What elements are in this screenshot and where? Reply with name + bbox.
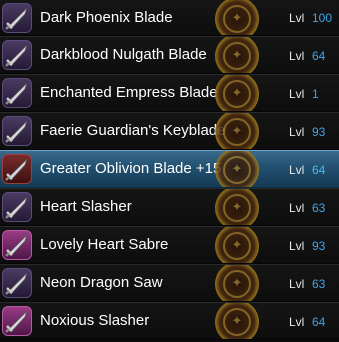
level-label: Lvl (289, 163, 305, 177)
list-item-selected[interactable]: Greater Oblivion Blade +15 ✦ Lvl 64 (0, 150, 339, 188)
guild-emblem-icon: ✦ (215, 265, 259, 301)
guild-emblem-icon: ✦ (215, 151, 259, 187)
list-item[interactable]: Heart Slasher ✦ Lvl 63 (0, 188, 339, 226)
sword-icon (2, 116, 32, 146)
level-label: Lvl (289, 125, 305, 139)
list-item[interactable]: Faerie Guardian's Keyblade ✦ Lvl 93 (0, 112, 339, 150)
item-name: Enchanted Empress Blade (40, 84, 218, 101)
list-item[interactable]: Dark Phoenix Blade ✦ Lvl 100 (0, 0, 339, 36)
list-item[interactable]: Noxious Slasher ✦ Lvl 64 (0, 302, 339, 340)
sword-icon (2, 3, 32, 33)
item-name: Noxious Slasher (40, 312, 150, 329)
sword-icon (2, 40, 32, 70)
level-value: 100 (312, 11, 333, 25)
level-value: 64 (312, 49, 326, 63)
sword-icon (2, 306, 32, 336)
item-name: Dark Phoenix Blade (40, 9, 173, 26)
level-label: Lvl (289, 201, 305, 215)
list-item[interactable]: Enchanted Empress Blade ✦ Lvl 1 (0, 74, 339, 112)
level-value: 93 (312, 125, 326, 139)
item-name: Lovely Heart Sabre (40, 236, 169, 253)
level-value: 1 (312, 87, 319, 101)
sword-icon (2, 154, 32, 184)
item-name: Heart Slasher (40, 198, 132, 215)
level-value: 64 (312, 315, 326, 329)
sword-icon (2, 268, 32, 298)
sword-icon (2, 192, 32, 222)
level-label: Lvl (289, 277, 305, 291)
item-name: Faerie Guardian's Keyblade (40, 122, 226, 139)
level-label: Lvl (289, 87, 305, 101)
level-value: 64 (312, 163, 326, 177)
list-item[interactable]: Lovely Heart Sabre ✦ Lvl 93 (0, 226, 339, 264)
item-name: Greater Oblivion Blade +15 (40, 160, 222, 177)
list-item[interactable]: Darkblood Nulgath Blade ✦ Lvl 64 (0, 36, 339, 74)
sword-icon (2, 230, 32, 260)
item-name: Darkblood Nulgath Blade (40, 46, 207, 63)
level-label: Lvl (289, 315, 305, 329)
item-name: Neon Dragon Saw (40, 274, 163, 291)
sword-icon (2, 78, 32, 108)
inventory-list: Dark Phoenix Blade ✦ Lvl 100 Darkblood N… (0, 0, 339, 342)
level-label: Lvl (289, 239, 305, 253)
level-value: 93 (312, 239, 326, 253)
list-item[interactable]: Neon Dragon Saw ✦ Lvl 63 (0, 264, 339, 302)
guild-emblem-icon: ✦ (215, 303, 259, 339)
guild-emblem-icon: ✦ (215, 37, 259, 73)
guild-emblem-icon: ✦ (215, 75, 259, 111)
level-value: 63 (312, 201, 326, 215)
guild-emblem-icon: ✦ (215, 113, 259, 149)
level-value: 63 (312, 277, 326, 291)
level-label: Lvl (289, 49, 305, 63)
level-label: Lvl (289, 11, 305, 25)
guild-emblem-icon: ✦ (215, 189, 259, 225)
guild-emblem-icon: ✦ (215, 0, 259, 35)
guild-emblem-icon: ✦ (215, 227, 259, 263)
